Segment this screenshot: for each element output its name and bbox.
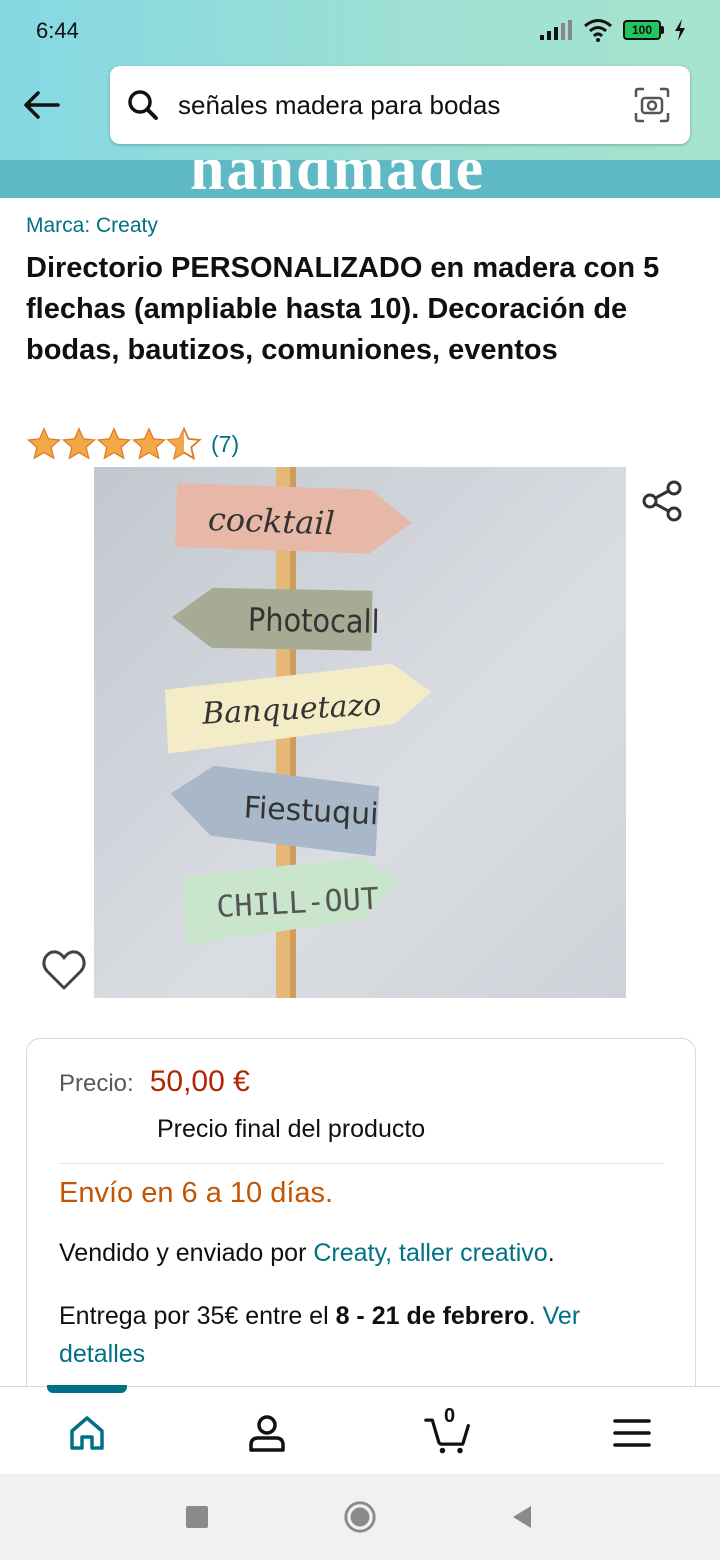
nav-home-button[interactable]: [63, 1409, 111, 1457]
status-icons: 100: [539, 18, 686, 42]
nav-menu-button[interactable]: [608, 1409, 656, 1457]
banner-text: handmade: [190, 160, 486, 198]
search-icon: [126, 88, 160, 122]
shipping-time: Envío en 6 a 10 días.: [59, 1177, 334, 1209]
bottom-nav: 0: [0, 1385, 720, 1474]
brand-link[interactable]: Marca: Creaty: [26, 214, 158, 238]
system-home-button[interactable]: [343, 1500, 377, 1534]
nav-active-indicator: [47, 1385, 127, 1393]
charging-icon: [675, 19, 685, 41]
cart-count: 0: [444, 1405, 456, 1427]
product-rating[interactable]: (7): [26, 426, 239, 462]
search-query[interactable]: señales madera para bodas: [178, 90, 632, 121]
back-button[interactable]: [18, 82, 64, 128]
search-input[interactable]: señales madera para bodas: [110, 66, 690, 144]
image-sign-text: Photocall: [248, 601, 380, 641]
star-full-icon: [61, 427, 97, 460]
wifi-icon: [584, 19, 612, 42]
delivery-suffix: .: [528, 1302, 543, 1330]
square-icon: [186, 1506, 208, 1528]
seller-suffix: .: [547, 1239, 555, 1267]
star-full-icon: [96, 427, 132, 460]
camera-search-icon[interactable]: [632, 85, 672, 125]
star-half-icon: [166, 426, 202, 461]
seller-link[interactable]: Creaty, taller creativo: [313, 1239, 547, 1267]
seller-info: Vendido y enviado por Creaty, taller cre…: [59, 1239, 555, 1268]
recent-apps-button[interactable]: [180, 1500, 214, 1534]
divider: [59, 1163, 663, 1164]
triangle-back-icon: [513, 1506, 531, 1528]
nav-cart-button[interactable]: 0: [424, 1405, 472, 1457]
buy-box: Precio: 50,00 € Precio final del product…: [26, 1038, 696, 1438]
delivery-prefix: Entrega por 35€ entre el: [59, 1302, 336, 1330]
price-label: Precio:: [59, 1070, 134, 1097]
rating-count[interactable]: (7): [211, 431, 239, 458]
rating-stars: [26, 426, 202, 462]
price-row: Precio: 50,00 €: [59, 1065, 250, 1099]
price-value: 50,00 €: [149, 1065, 250, 1098]
seller-prefix: Vendido y enviado por: [59, 1239, 314, 1267]
battery-icon: 100: [623, 20, 664, 40]
star-full-icon: [26, 427, 62, 460]
home-icon: [70, 1416, 104, 1450]
header: 6:44 100 señales madera para bodas handm…: [0, 0, 720, 198]
delivery-info: Entrega por 35€ entre el 8 - 21 de febre…: [59, 1297, 669, 1373]
star-full-icon: [131, 427, 167, 460]
image-sign-text: cocktail: [207, 500, 335, 542]
system-back-button[interactable]: [505, 1500, 539, 1534]
product-image[interactable]: cocktail Photocall Banquetazo Fiestuqui …: [94, 467, 626, 998]
circle-icon: [344, 1501, 376, 1533]
image-sign-text: Fiestuqui: [243, 790, 379, 832]
wishlist-heart-icon[interactable]: [40, 946, 88, 994]
delivery-dates: 8 - 21 de febrero: [335, 1302, 529, 1330]
store-banner[interactable]: handmade: [0, 160, 720, 198]
product-title: Directorio PERSONALIZADO en madera con 5…: [26, 252, 660, 366]
system-nav-bar: [0, 1474, 720, 1560]
back-arrow-icon: [24, 91, 60, 119]
menu-icon: [613, 1419, 651, 1447]
battery-level: 100: [623, 20, 661, 40]
share-icon[interactable]: [640, 478, 686, 524]
price-note: Precio final del producto: [157, 1115, 426, 1143]
user-icon: [249, 1415, 285, 1452]
nav-account-button[interactable]: [243, 1409, 291, 1457]
signal-icon: [540, 20, 572, 40]
status-bar: 6:44 100: [0, 0, 720, 62]
status-time: 6:44: [36, 18, 79, 43]
